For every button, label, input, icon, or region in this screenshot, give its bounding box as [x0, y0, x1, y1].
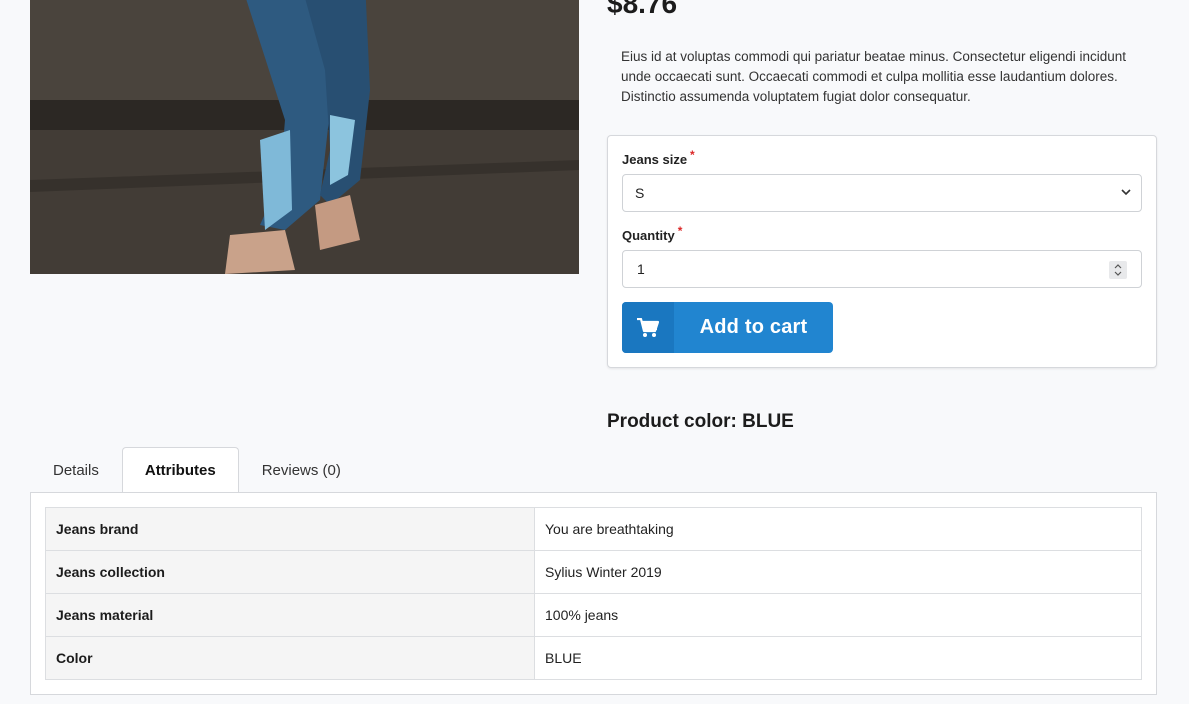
- table-row: Jeans collection Sylius Winter 2019: [45, 550, 1142, 594]
- product-price: $8.76: [607, 0, 678, 19]
- tab-details[interactable]: Details: [30, 447, 122, 493]
- quantity-input[interactable]: 1: [622, 250, 1142, 288]
- jeans-size-selected-value: S: [635, 185, 645, 201]
- attribute-value: 100% jeans: [534, 593, 1142, 637]
- add-to-cart-button[interactable]: Add to cart: [622, 302, 833, 353]
- attribute-value: Sylius Winter 2019: [534, 550, 1142, 594]
- table-row: Jeans material 100% jeans: [45, 593, 1142, 637]
- product-description: Eius id at voluptas commodi qui pariatur…: [621, 49, 1127, 104]
- attribute-value: You are breathtaking: [534, 507, 1142, 551]
- attributes-table: Jeans brand You are breathtaking Jeans c…: [45, 507, 1142, 680]
- product-image[interactable]: [30, 0, 579, 274]
- jeans-size-label: Jeans size *: [622, 148, 695, 167]
- table-row: Color BLUE: [45, 636, 1142, 680]
- cart-icon: [622, 302, 674, 353]
- chevron-down-icon: [1121, 175, 1131, 225]
- required-marker: *: [690, 148, 695, 162]
- quantity-label-text: Quantity: [622, 228, 675, 243]
- attribute-name: Color: [45, 636, 535, 680]
- attribute-name: Jeans collection: [45, 550, 535, 594]
- attribute-value: BLUE: [534, 636, 1142, 680]
- attribute-name: Jeans material: [45, 593, 535, 637]
- product-color-heading: Product color: BLUE: [607, 411, 794, 432]
- quantity-label: Quantity *: [622, 224, 682, 243]
- tab-attributes[interactable]: Attributes: [121, 447, 239, 494]
- quantity-value: 1: [637, 261, 645, 277]
- tab-reviews[interactable]: Reviews (0): [239, 447, 364, 493]
- quantity-stepper[interactable]: [1109, 261, 1127, 279]
- jeans-size-select[interactable]: S: [622, 174, 1142, 212]
- table-row: Jeans brand You are breathtaking: [45, 507, 1142, 551]
- attribute-name: Jeans brand: [45, 507, 535, 551]
- attributes-panel: Jeans brand You are breathtaking Jeans c…: [30, 492, 1157, 695]
- jeans-size-label-text: Jeans size: [622, 152, 688, 167]
- add-to-cart-label: Add to cart: [699, 316, 808, 338]
- add-to-cart-form: Jeans size * S Quantity * 1 Add to cart: [607, 135, 1157, 368]
- required-marker: *: [677, 224, 683, 238]
- product-tabs: Details Attributes Reviews (0): [30, 447, 364, 494]
